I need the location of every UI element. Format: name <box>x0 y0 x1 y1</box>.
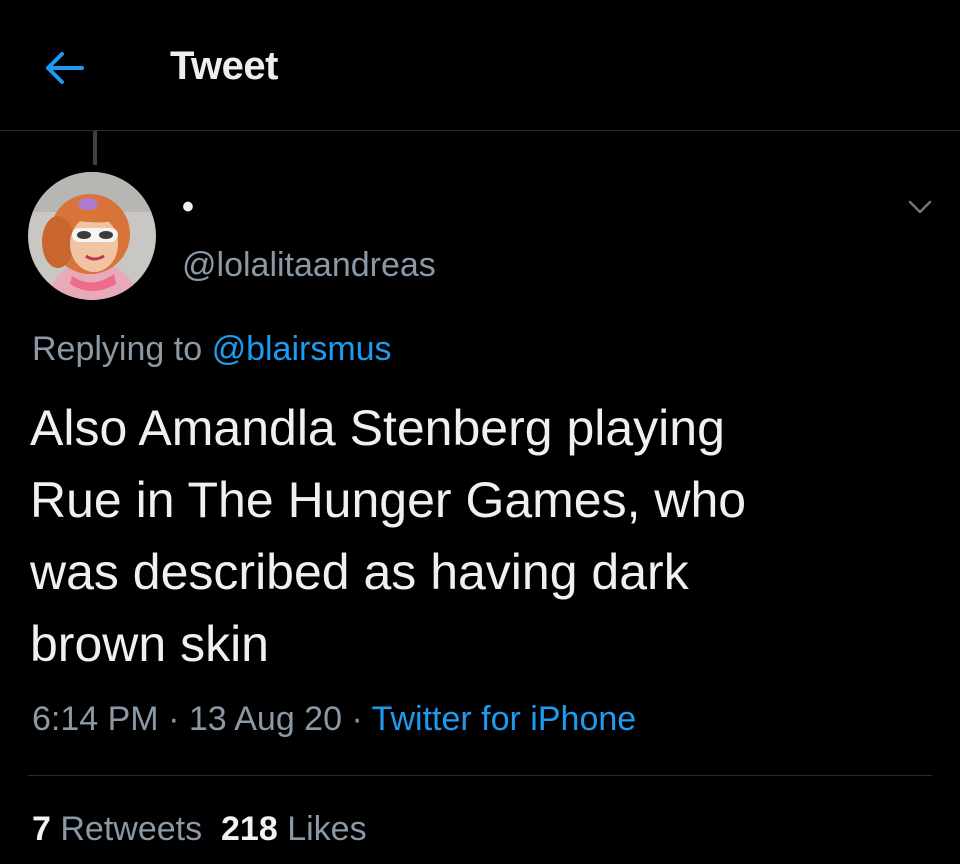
replying-to-label: Replying to <box>32 330 203 368</box>
retweets-stat[interactable]: 7 Retweets <box>32 810 202 848</box>
likes-count: 218 <box>221 810 278 848</box>
thread-connector-line <box>93 131 97 165</box>
tweet-text-line: was described as having dark <box>30 544 689 600</box>
tweet-text-line: Rue in The Hunger Games, who <box>30 472 747 528</box>
author-display-name[interactable]: • <box>182 188 194 227</box>
reply-target-link[interactable]: @blairsmus <box>212 330 392 368</box>
page-title: Tweet <box>170 44 278 88</box>
likes-stat[interactable]: 218 Likes <box>221 810 367 848</box>
tweet-text: Also Amandla Stenberg playing Rue in The… <box>30 392 930 680</box>
tweet-date: 13 Aug 20 <box>188 700 342 738</box>
tweet-time: 6:14 PM <box>32 700 159 738</box>
retweets-label: Retweets <box>60 810 203 848</box>
meta-separator: · <box>158 700 189 738</box>
tweet-text-line: Also Amandla Stenberg playing <box>30 400 725 456</box>
divider <box>28 775 932 776</box>
engagement-stats: 7 Retweets 218 Likes <box>32 810 367 849</box>
chevron-down-icon <box>908 200 932 214</box>
arrow-left-icon <box>46 52 84 84</box>
more-options-button[interactable] <box>904 196 936 220</box>
tweet-metadata: 6:14 PM · 13 Aug 20 · Twitter for iPhone <box>32 700 636 739</box>
avatar[interactable] <box>28 172 156 300</box>
likes-label: Likes <box>287 810 367 848</box>
author-handle[interactable]: @lolalitaandreas <box>182 246 436 285</box>
top-bar: Tweet <box>0 0 960 131</box>
retweets-count: 7 <box>32 810 51 848</box>
tweet-source-link[interactable]: Twitter for iPhone <box>372 700 637 738</box>
replying-to: Replying to @blairsmus <box>32 330 392 369</box>
back-button[interactable] <box>36 44 92 92</box>
meta-separator: · <box>342 700 372 738</box>
profile-photo <box>28 172 156 300</box>
tweet-text-line: brown skin <box>30 616 269 672</box>
